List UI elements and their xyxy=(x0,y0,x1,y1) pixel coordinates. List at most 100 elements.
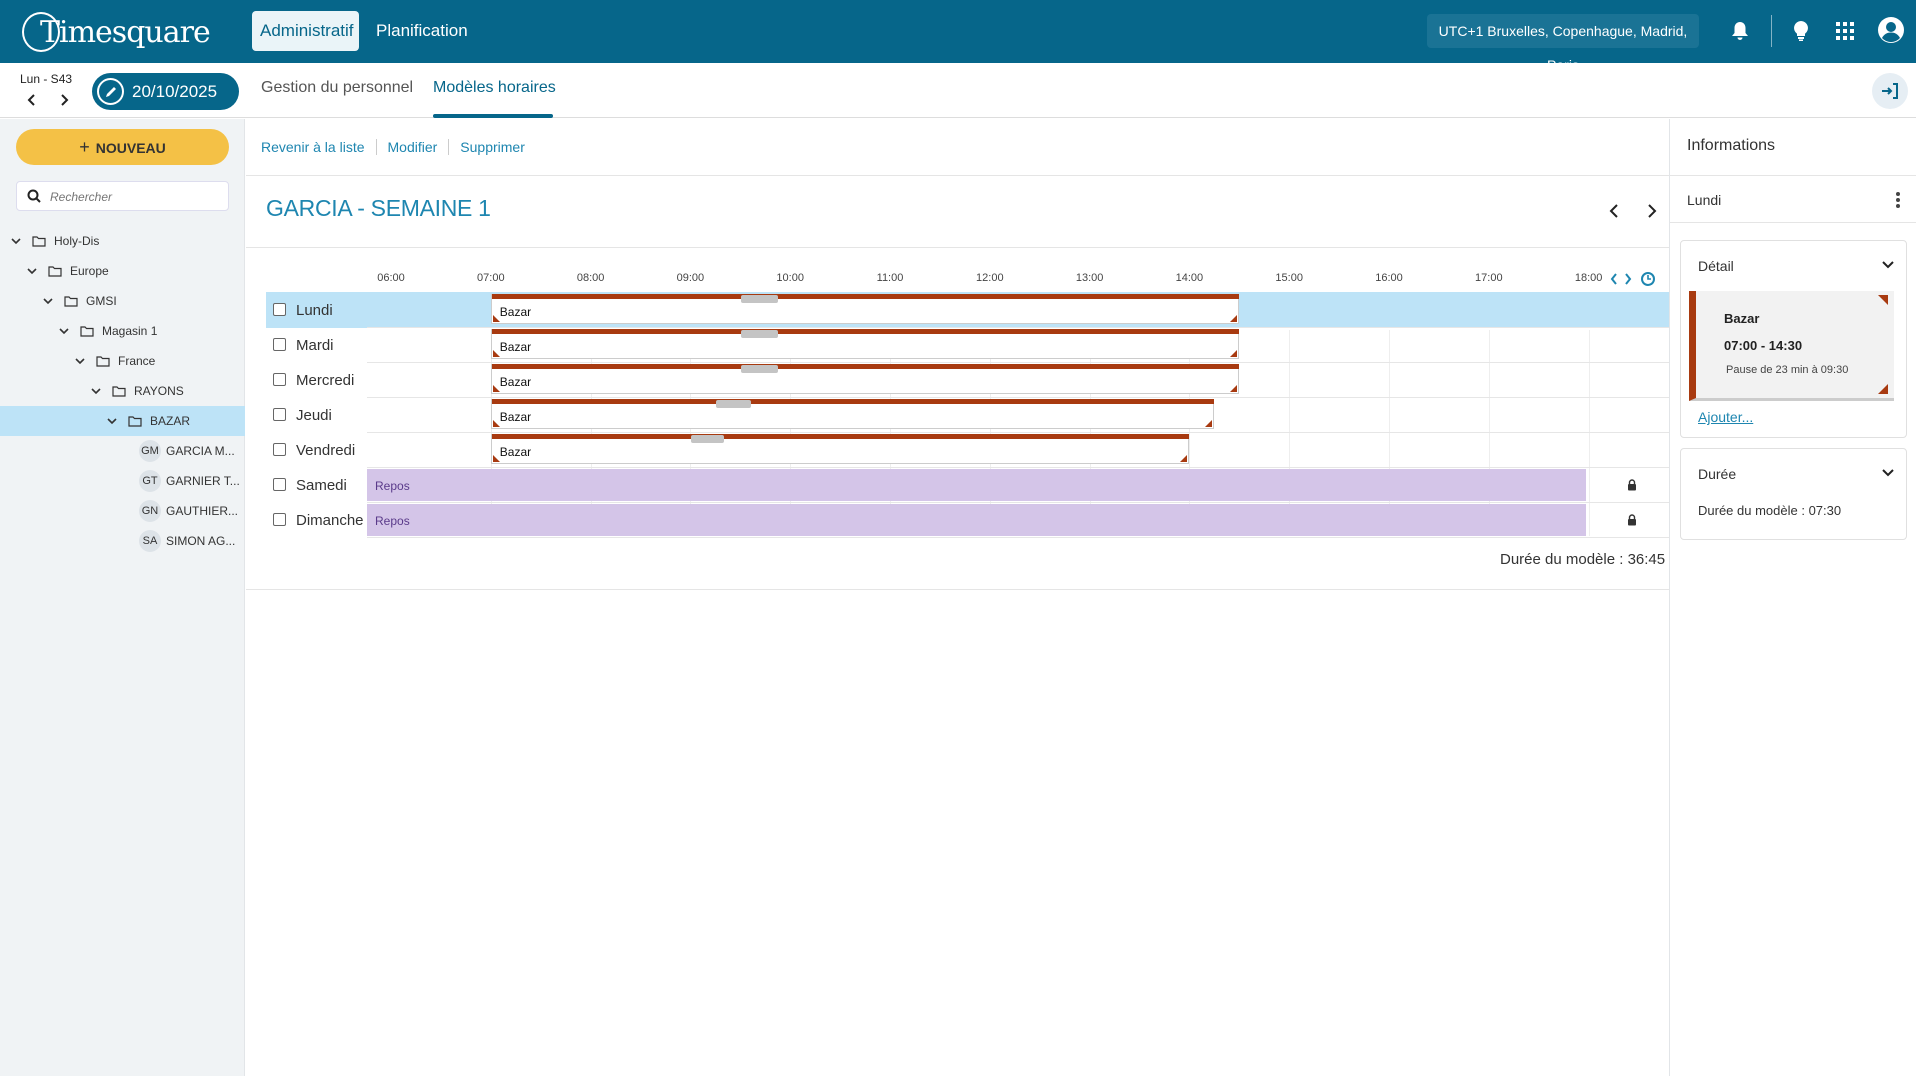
avatar: GN xyxy=(139,500,161,522)
tree-folder-item[interactable]: Europe xyxy=(0,256,245,286)
shift-end-marker xyxy=(1230,350,1238,357)
duration-card: Durée Durée du modèle : 07:30 xyxy=(1680,448,1907,540)
tree-item-label: Holy-Dis xyxy=(54,234,100,248)
tree-item-label: GMSI xyxy=(86,294,117,308)
shift-block[interactable]: Bazar xyxy=(490,399,1215,429)
hour-tick-label: 08:00 xyxy=(576,272,605,284)
chevron-down-icon[interactable] xyxy=(10,235,22,247)
shift-block[interactable]: Bazar xyxy=(490,364,1240,394)
edit-link[interactable]: Modifier xyxy=(377,139,450,155)
chevron-down-icon[interactable] xyxy=(58,325,70,337)
shift-time: 07:00 - 14:30 xyxy=(1724,338,1803,353)
day-label: Mercredi xyxy=(296,372,355,389)
divider xyxy=(246,247,1669,248)
tree-folder-item[interactable]: France xyxy=(0,346,245,376)
new-button[interactable]: + NOUVEAU xyxy=(16,129,229,165)
row-divider xyxy=(367,502,1669,503)
avatar: GT xyxy=(139,470,161,492)
chevron-down-icon[interactable] xyxy=(74,355,86,367)
row-divider xyxy=(367,537,1669,538)
collapse-panel-button[interactable] xyxy=(1872,73,1908,109)
tree-item-label: SIMON AG... xyxy=(166,534,236,548)
tree-person-item[interactable]: GT GARNIER T... xyxy=(0,466,245,496)
back-to-list-link[interactable]: Revenir à la liste xyxy=(261,139,377,155)
shift-block[interactable]: Bazar xyxy=(490,294,1240,324)
next-model-icon[interactable] xyxy=(1646,202,1658,220)
date-picker[interactable]: 20/10/2025 xyxy=(92,73,239,110)
hour-tick-label: 11:00 xyxy=(876,272,904,284)
hour-gridline xyxy=(1588,330,1590,536)
week-label: Lun - S43 xyxy=(20,72,73,86)
tree-person-item[interactable]: GN GAUTHIER... xyxy=(0,496,245,526)
day-checkbox[interactable] xyxy=(273,373,286,386)
tab-gestion-personnel[interactable]: Gestion du personnel xyxy=(261,79,413,97)
day-checkbox[interactable] xyxy=(273,443,286,456)
reset-time-icon[interactable] xyxy=(1640,271,1656,287)
nav-administratif[interactable]: Administratif xyxy=(252,11,359,51)
hour-tick-label: 18:00 xyxy=(1574,272,1603,284)
divider xyxy=(246,589,1669,590)
scroll-right-icon[interactable] xyxy=(1623,272,1633,286)
shift-bar xyxy=(491,364,1240,369)
tree-folder-item[interactable]: Magasin 1 xyxy=(0,316,245,346)
tree-folder-item[interactable]: Holy-Dis xyxy=(0,226,245,256)
day-checkbox[interactable] xyxy=(273,478,286,491)
hour-tick-label: 15:00 xyxy=(1275,272,1303,284)
day-label: Mardi xyxy=(296,337,334,354)
divider xyxy=(1670,175,1916,176)
info-title: Informations xyxy=(1687,137,1776,154)
hour-tick-label: 10:00 xyxy=(776,272,804,284)
new-button-label: NOUVEAU xyxy=(95,140,166,156)
tree-folder-item[interactable]: GMSI xyxy=(0,286,245,316)
bell-icon[interactable] xyxy=(1727,18,1753,44)
tree-person-item[interactable]: SA SIMON AG... xyxy=(0,526,245,556)
tree-person-item[interactable]: GM GARCIA M... xyxy=(0,436,245,466)
rest-label: Repos xyxy=(375,479,410,493)
more-options-icon[interactable] xyxy=(1895,191,1901,209)
sidebar: + NOUVEAU Holy-Dis Europe GMSI Magasin 1 Fran… xyxy=(0,119,245,1076)
prev-week-icon[interactable] xyxy=(26,93,38,107)
search-input[interactable] xyxy=(50,186,220,208)
add-link[interactable]: Ajouter... xyxy=(1698,409,1753,425)
shift-block[interactable]: Bazar xyxy=(490,329,1240,359)
day-checkbox[interactable] xyxy=(273,303,286,316)
day-checkbox[interactable] xyxy=(273,338,286,351)
chevron-down-icon[interactable] xyxy=(1881,468,1895,478)
timezone-selector[interactable]: UTC+1 Bruxelles, Copenhague, Madrid, Par… xyxy=(1427,14,1699,73)
shift-end-marker xyxy=(1230,385,1238,392)
day-checkbox[interactable] xyxy=(273,513,286,526)
tab-modeles-horaires[interactable]: Modèles horaires xyxy=(433,79,556,97)
chevron-down-icon[interactable] xyxy=(1881,260,1895,270)
topbar-separator xyxy=(1771,15,1772,47)
next-week-icon[interactable] xyxy=(58,93,70,107)
apps-grid-icon[interactable] xyxy=(1832,18,1858,44)
shift-detail[interactable]: Bazar 07:00 - 14:30 Pause de 23 min à 09… xyxy=(1689,291,1894,401)
rest-block[interactable]: Repos xyxy=(367,504,1586,536)
chevron-down-icon[interactable] xyxy=(90,385,102,397)
nav-planification[interactable]: Planification xyxy=(368,11,476,51)
shift-block[interactable]: Bazar xyxy=(490,434,1190,464)
prev-model-icon[interactable] xyxy=(1608,202,1620,220)
day-checkbox[interactable] xyxy=(273,408,286,421)
search-icon xyxy=(27,189,41,203)
lightbulb-icon[interactable] xyxy=(1788,18,1814,44)
shift-start-marker xyxy=(492,385,500,392)
chevron-down-icon[interactable] xyxy=(42,295,54,307)
action-links: Revenir à la liste Modifier Supprimer xyxy=(261,139,536,155)
folder-icon xyxy=(32,235,46,247)
tree-folder-item[interactable]: BAZAR xyxy=(0,406,245,436)
chevron-down-icon[interactable] xyxy=(106,415,118,427)
chevron-down-icon[interactable] xyxy=(26,265,38,277)
shift-start-marker xyxy=(492,455,500,462)
sub-bar: Lun - S43 20/10/2025 Gestion du personne… xyxy=(0,63,1916,118)
tree-item-label: France xyxy=(118,354,156,368)
duration-text: Durée du modèle : 07:30 xyxy=(1698,503,1842,518)
pause-block xyxy=(741,365,779,373)
day-label: Vendredi xyxy=(296,442,356,459)
user-avatar-icon[interactable] xyxy=(1876,15,1906,45)
delete-link[interactable]: Supprimer xyxy=(449,139,536,155)
rest-block[interactable]: Repos xyxy=(367,469,1586,501)
tree-folder-item[interactable]: RAYONS xyxy=(0,376,245,406)
app-logo[interactable]: Timesquare xyxy=(22,10,211,54)
scroll-left-icon[interactable] xyxy=(1609,272,1619,286)
